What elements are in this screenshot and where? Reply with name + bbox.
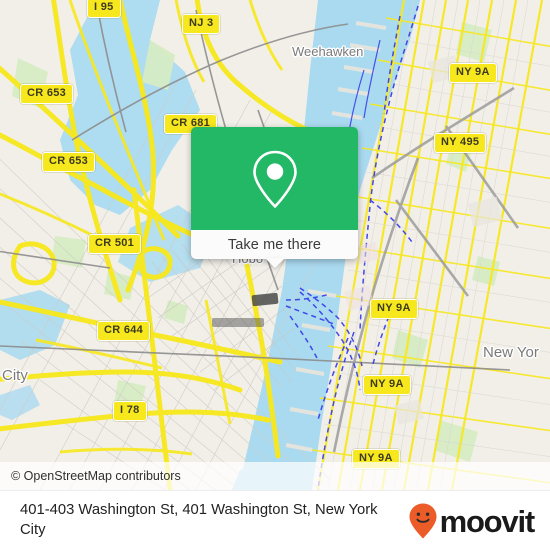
- road-shield-i78[interactable]: I 78: [113, 401, 147, 421]
- take-me-there-label: Take me there: [227, 236, 322, 253]
- moovit-map-screenshot: Weehawken New Yor City Hobo I 95 NJ 3 CR…: [0, 0, 550, 550]
- location-pin-icon: [252, 150, 297, 208]
- road-shield-cr644[interactable]: CR 644: [97, 321, 151, 341]
- footer-bar: 401-403 Washington St, 401 Washington St…: [0, 490, 550, 550]
- map-attribution-bar: © OpenStreetMap contributors: [0, 462, 550, 490]
- location-title: 401-403 Washington St, 401 Washington St…: [20, 502, 378, 538]
- moovit-logo[interactable]: moovit: [408, 502, 550, 540]
- road-shield-ny9a-lower[interactable]: NY 9A: [363, 375, 411, 395]
- road-shield-nj3[interactable]: NJ 3: [182, 14, 221, 34]
- road-shield-ny495[interactable]: NY 495: [434, 133, 487, 153]
- road-shield-i95[interactable]: I 95: [87, 0, 121, 18]
- road-shield-cr501[interactable]: CR 501: [88, 234, 142, 254]
- road-shield-ny9a-top[interactable]: NY 9A: [449, 63, 497, 83]
- place-label-city: City: [2, 367, 28, 384]
- place-label-weehawken: Weehawken: [292, 44, 364, 59]
- popup-header: [191, 127, 358, 230]
- map-canvas[interactable]: Weehawken New Yor City Hobo I 95 NJ 3 CR…: [0, 0, 550, 490]
- location-popup-card[interactable]: Take me there: [191, 127, 358, 268]
- take-me-there-button[interactable]: Take me there: [191, 230, 358, 259]
- popup-pointer-tail: [264, 258, 285, 268]
- road-shield-cr653-lower[interactable]: CR 653: [42, 152, 96, 172]
- place-label-new-york: New Yor: [483, 344, 539, 361]
- openstreetmap-attribution-text[interactable]: © OpenStreetMap contributors: [0, 469, 181, 483]
- moovit-wordmark: moovit: [439, 503, 536, 539]
- road-shield-cr653-upper[interactable]: CR 653: [20, 84, 74, 104]
- moovit-smiley-pin-icon: [409, 503, 437, 539]
- road-shield-ny9a-mid[interactable]: NY 9A: [370, 299, 418, 319]
